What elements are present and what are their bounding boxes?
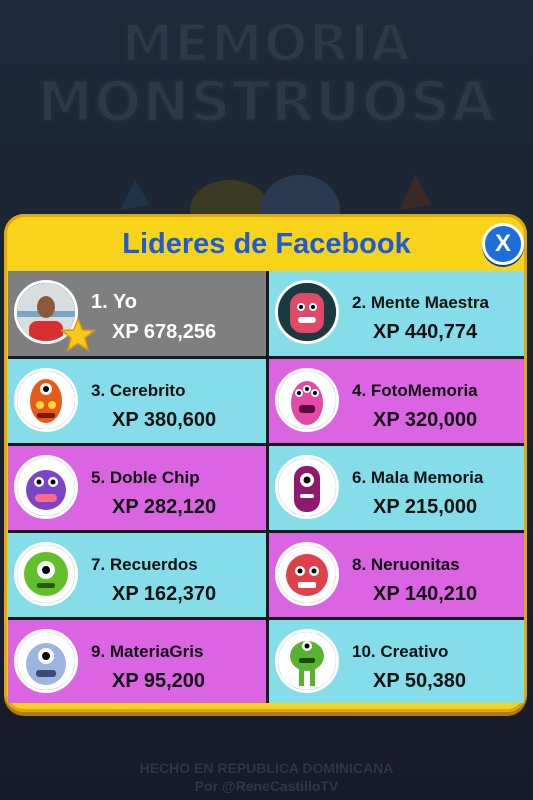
footer-credit: HECHO EN REPUBLICA DOMINICANA	[139, 760, 394, 776]
game-title-line1: MEMORIA	[120, 13, 412, 76]
footer-author: Por @ReneCastilloTV	[194, 778, 339, 794]
leader-xp: XP 678,256	[112, 321, 217, 343]
magenta-cyclops-monster-icon	[278, 458, 336, 516]
dialog-title: Lideres de Facebook	[122, 228, 411, 260]
pink-monster-icon	[278, 283, 336, 341]
leader-name: 2. Mente Maestra	[352, 293, 489, 312]
avatar	[275, 368, 339, 432]
leader-row-4[interactable]: 4. FotoMemoria XP 320,000	[269, 359, 524, 443]
leader-name: 6. Mala Memoria	[352, 468, 484, 487]
avatar	[14, 542, 78, 606]
leader-name: 3. Cerebrito	[91, 381, 186, 400]
star-icon	[60, 317, 96, 352]
leader-xp: XP 440,774	[373, 321, 478, 343]
leader-name: 4. FotoMemoria	[352, 381, 478, 400]
leader-xp: XP 282,120	[112, 496, 217, 518]
leader-xp: XP 215,000	[373, 496, 478, 518]
avatar	[14, 455, 78, 519]
leader-row-1[interactable]: 1. Yo XP 678,256	[8, 271, 266, 356]
avatar	[275, 280, 339, 344]
pink-three-eyed-monster-icon	[278, 371, 336, 429]
game-title-line2: MONSTRUOSA	[36, 69, 497, 137]
leader-row-9[interactable]: 9. MateriaGris XP 95,200	[8, 620, 266, 703]
leader-xp: XP 95,200	[112, 670, 206, 692]
purple-monster-icon	[17, 458, 75, 516]
green-cyclops-monster-icon	[17, 545, 75, 603]
avatar	[275, 542, 339, 606]
leader-xp: XP 320,000	[373, 409, 478, 431]
avatar	[14, 368, 78, 432]
red-fuzzy-monster-icon	[278, 545, 336, 603]
green-tall-monster-icon	[278, 632, 336, 690]
leader-name: 10. Creativo	[352, 642, 449, 661]
avatar	[14, 629, 78, 693]
close-icon: X	[494, 230, 511, 257]
leader-row-7[interactable]: 7. Recuerdos XP 162,370	[8, 533, 266, 617]
close-button[interactable]: X	[482, 223, 524, 265]
leader-name: 1. Yo	[91, 291, 137, 313]
leader-xp: XP 50,380	[373, 670, 467, 692]
leader-xp: XP 140,210	[373, 583, 478, 605]
leader-name: 8. Neruonitas	[352, 555, 460, 574]
avatar	[275, 629, 339, 693]
leader-row-8[interactable]: 8. Neruonitas XP 140,210	[269, 533, 524, 617]
leader-xp: XP 380,600	[112, 409, 217, 431]
blue-monster-icon	[17, 632, 75, 690]
leader-row-2[interactable]: 2. Mente Maestra XP 440,774	[269, 271, 524, 356]
leaderboard-grid: 1. Yo XP 678,256 2. Mente Maestra XP 440…	[8, 271, 524, 703]
leader-name: 9. MateriaGris	[91, 642, 204, 661]
leader-row-6[interactable]: 6. Mala Memoria XP 215,000	[269, 446, 524, 530]
avatar	[275, 455, 339, 519]
leader-row-3[interactable]: 3. Cerebrito XP 380,600	[8, 359, 266, 443]
leader-name: 5. Doble Chip	[91, 468, 200, 487]
leader-name: 7. Recuerdos	[91, 555, 198, 574]
leader-row-5[interactable]: 5. Doble Chip XP 282,120	[8, 446, 266, 530]
orange-monster-icon	[17, 371, 75, 429]
leader-row-10[interactable]: 10. Creativo XP 50,380	[269, 620, 524, 703]
background-monsters	[120, 175, 432, 220]
leader-xp: XP 162,370	[112, 583, 217, 605]
